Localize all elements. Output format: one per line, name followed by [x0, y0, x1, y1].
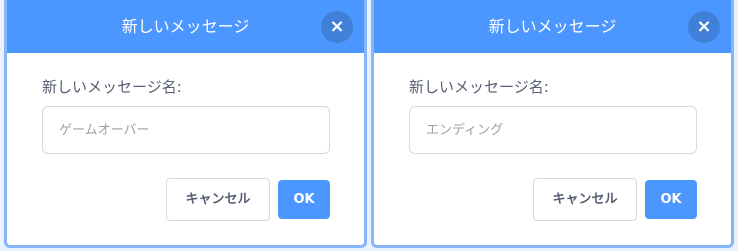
dialog-title: 新しいメッセージ	[374, 0, 731, 53]
message-name-input[interactable]	[42, 106, 330, 154]
new-message-dialog-2: 新しいメッセージ × 新しいメッセージ名: キャンセル OK	[371, 0, 734, 248]
message-name-label: 新しいメッセージ名:	[42, 78, 182, 96]
close-button[interactable]: ×	[688, 11, 720, 43]
cancel-button[interactable]: キャンセル	[533, 178, 637, 221]
cancel-button[interactable]: キャンセル	[166, 178, 270, 221]
message-name-label: 新しいメッセージ名:	[409, 78, 549, 96]
dialog-title: 新しいメッセージ	[7, 0, 364, 53]
message-name-input[interactable]	[409, 106, 697, 154]
ok-button[interactable]: OK	[645, 180, 697, 219]
ok-button[interactable]: OK	[278, 180, 330, 219]
close-button[interactable]: ×	[321, 11, 353, 43]
close-icon: ×	[696, 16, 712, 37]
close-icon: ×	[329, 16, 345, 37]
new-message-dialog-1: 新しいメッセージ × 新しいメッセージ名: キャンセル OK	[4, 0, 367, 248]
